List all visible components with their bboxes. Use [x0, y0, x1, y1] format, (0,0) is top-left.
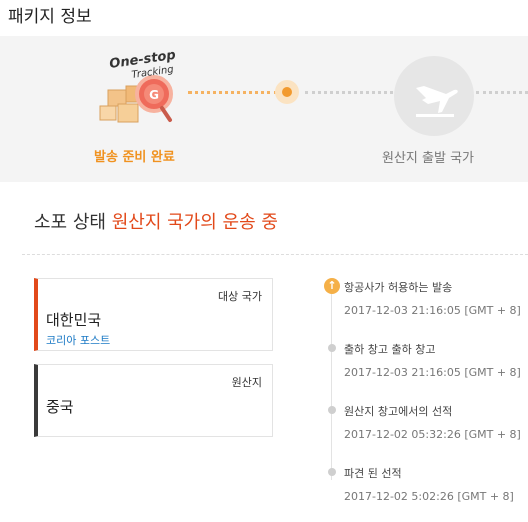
timeline-event-time: 2017-12-02 05:32:26 [GMT + 8] [344, 428, 521, 441]
destination-tag: 대상 국가 [218, 290, 262, 303]
progress-dots-done [188, 91, 278, 94]
one-stop-tracking-logo: One-stop Tracking G [99, 48, 177, 123]
step-label-departure: 원산지 출발 국가 [382, 151, 474, 166]
page-title: 패키지 정보 [8, 7, 92, 27]
destination-carrier-link[interactable]: 코리아 포스트 [46, 332, 110, 348]
timeline-line [331, 290, 332, 480]
timeline-event-title: 항공사가 허용하는 발송 [344, 281, 453, 294]
status-highlight: 원산지 국가의 운송 중 [111, 212, 278, 233]
progress-dots-next [476, 91, 528, 94]
origin-card: 원산지 중국 [34, 364, 273, 437]
step-label-ready: 발송 준비 완료 [94, 150, 175, 165]
timeline-event-time: 2017-12-03 21:16:05 [GMT + 8] [344, 366, 521, 379]
departure-step-circle [394, 56, 474, 136]
timeline-event-time: 2017-12-02 5:02:26 [GMT + 8] [344, 490, 514, 503]
current-step-marker [275, 80, 299, 104]
logo-badge-letter: G [149, 88, 159, 102]
timeline-dot [328, 344, 336, 352]
plane-icon [416, 86, 458, 117]
section-divider [22, 254, 528, 255]
origin-tag: 원산지 [231, 376, 262, 389]
timeline-event-title: 파견 된 선적 [344, 467, 402, 480]
destination-card: 대상 국가 대한민국 코리아 포스트 [34, 278, 273, 351]
origin-country: 중국 [46, 398, 74, 416]
timeline-dot [328, 468, 336, 476]
parcel-status: 소포 상태 원산지 국가의 운송 중 [34, 208, 278, 234]
timeline-event-time: 2017-12-03 21:16:05 [GMT + 8] [344, 304, 521, 317]
timeline-event-title: 출하 창고 출하 창고 [344, 343, 436, 356]
timeline-event-title: 원산지 창고에서의 선적 [344, 405, 453, 418]
timeline-active-icon: ↑ [324, 278, 340, 294]
timeline-dot [328, 406, 336, 414]
status-prefix: 소포 상태 [34, 212, 106, 233]
progress-dots-pending [305, 91, 393, 94]
destination-country: 대한민국 [46, 311, 102, 329]
